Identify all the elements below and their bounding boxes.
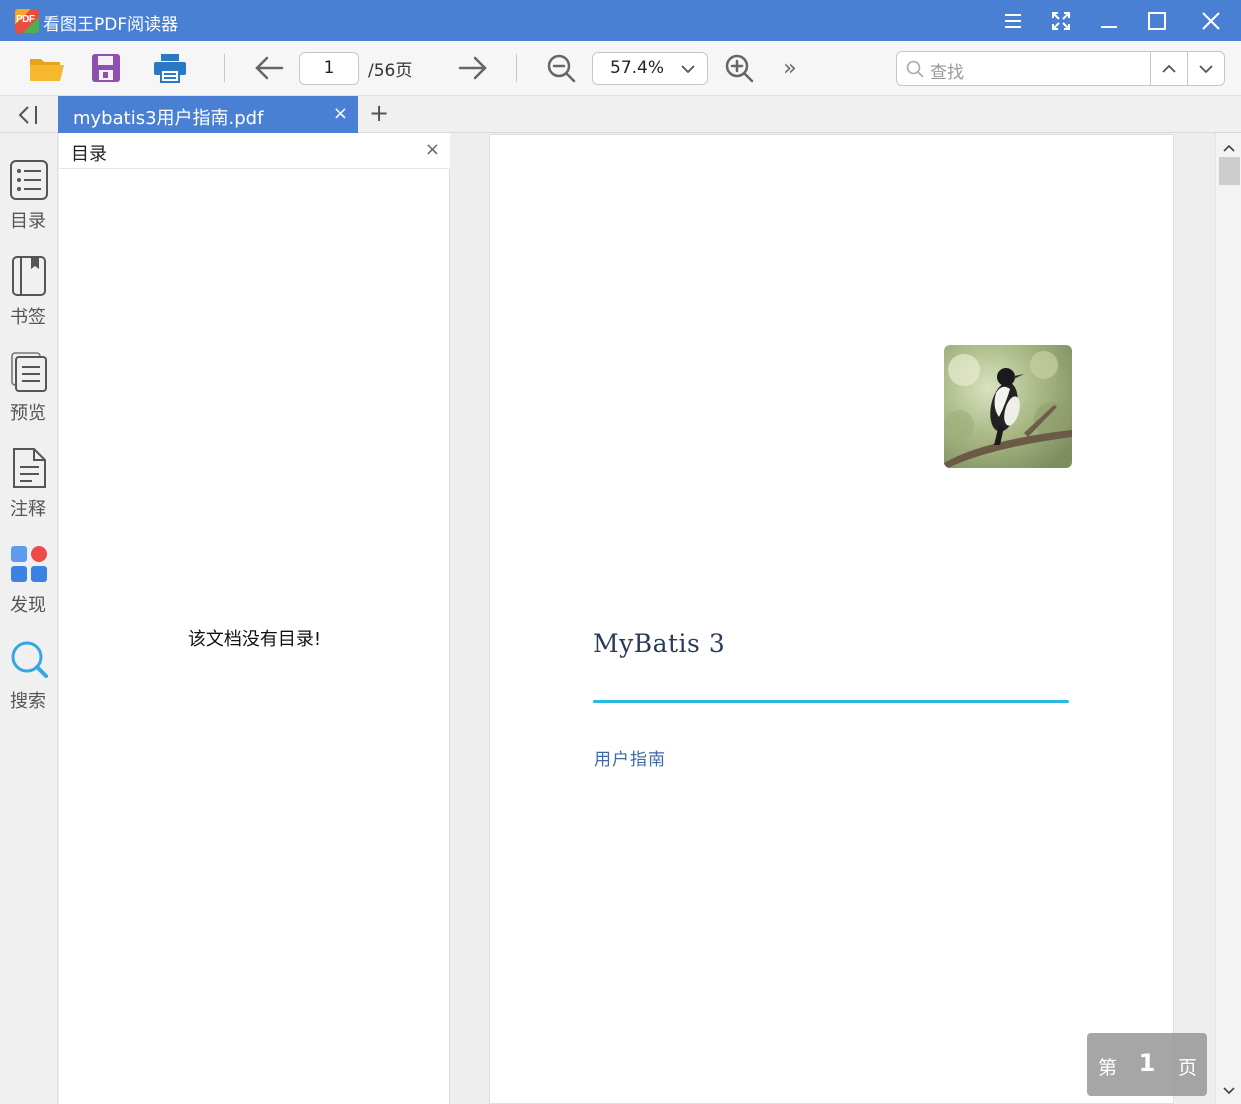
search-icon [11,641,48,678]
print-icon [154,54,186,83]
scroll-down-button[interactable] [1220,1082,1238,1100]
toc-panel-close-icon[interactable]: × [425,139,440,160]
fullscreen-icon [1052,11,1070,30]
page-indicator-suffix: 页 [1177,1057,1197,1079]
toolbar-divider [224,54,225,82]
search-placeholder: 查找 [930,63,964,83]
chevron-up-icon [1223,144,1235,152]
search-input[interactable]: 查找 [896,51,1151,86]
collapse-sidebar-button[interactable] [10,102,46,128]
menu-button[interactable] [989,0,1037,41]
collapse-left-icon [18,106,37,124]
open-file-button[interactable] [26,50,66,86]
title-bar: PDF 看图王PDF阅读器 [0,0,1241,41]
arrow-left-icon [255,56,284,80]
zoom-out-button[interactable] [541,50,581,86]
search-icon [906,60,924,78]
annotation-document-icon [13,448,46,488]
tab-bar: mybatis3用户指南.pdf × + [0,96,1241,133]
rail-label: 书签 [10,307,46,328]
minimize-button[interactable] [1085,0,1133,41]
search-prev-button[interactable] [1150,51,1188,86]
toc-list-icon [10,160,48,200]
rail-item-preview[interactable]: 预览 [0,351,58,431]
prev-page-button[interactable] [249,50,289,86]
chevron-down-icon [1223,1087,1235,1095]
rail-label: 注释 [10,499,46,520]
rail-label: 发现 [10,595,46,616]
new-tab-button[interactable]: + [366,101,392,127]
page-total: /56页 [368,61,413,81]
close-window-button[interactable] [1187,0,1235,41]
page-indicator-number: 1 [1138,1049,1156,1077]
maximize-button[interactable] [1133,0,1181,41]
rail-item-bookmark[interactable]: 书签 [0,255,58,335]
page-indicator-prefix: 第 [1098,1057,1118,1079]
toc-panel-header: 目录 × [59,133,450,169]
app-logo: PDF [15,9,39,33]
next-page-button[interactable] [453,50,493,86]
save-button[interactable] [86,50,126,86]
minimize-icon [1101,25,1117,28]
toolbar-divider [516,54,517,82]
document-title: MyBatis 3 [593,629,726,658]
menu-icon [1005,13,1021,28]
bird-photo [944,345,1072,468]
search-next-button[interactable] [1187,51,1225,86]
vertical-scrollbar[interactable] [1215,133,1241,1104]
discover-grid-icon [11,546,47,582]
document-subtitle: 用户指南 [594,750,666,770]
title-divider [593,700,1069,703]
fullscreen-button[interactable] [1037,0,1085,41]
rail-label: 目录 [10,211,46,232]
zoom-out-icon [547,54,576,83]
document-viewer[interactable]: MyBatis 3 用户指南 [451,133,1215,1104]
side-rail: 目录 书签 预览 注释 发现 搜索 [0,133,58,1104]
rail-item-search[interactable]: 搜索 [0,639,58,719]
maximize-icon [1148,11,1166,30]
rail-label: 预览 [10,403,46,424]
save-icon [92,54,120,82]
arrow-right-icon [458,56,487,80]
zoom-in-icon [725,54,754,83]
scroll-thumb[interactable] [1219,157,1240,185]
toc-panel: 目录 × 该文档没有目录! [59,133,450,1104]
zoom-value: 57.4% [610,58,665,78]
close-icon [1202,11,1220,30]
zoom-in-button[interactable] [719,50,759,86]
page-indicator: 第 1 页 [1087,1033,1207,1096]
rail-item-toc[interactable]: 目录 [0,159,58,239]
preview-pages-icon [11,352,47,392]
tab-label: mybatis3用户指南.pdf [73,108,264,129]
rail-label: 搜索 [10,691,46,712]
tab-document[interactable]: mybatis3用户指南.pdf × [58,96,358,133]
print-button[interactable] [150,50,190,86]
chevron-down-icon [1199,64,1213,73]
toc-panel-title: 目录 [71,144,107,165]
zoom-select[interactable]: 57.4% [592,52,708,85]
folder-open-icon [30,59,64,81]
toolbar: 1 /56页 57.4% » 查找 [0,41,1241,96]
chevron-up-icon [1162,64,1176,73]
app-title: 看图王PDF阅读器 [43,15,179,35]
toc-empty-message: 该文档没有目录! [187,629,322,650]
scroll-up-button[interactable] [1220,139,1238,157]
rail-item-annotation[interactable]: 注释 [0,447,58,527]
document-page: MyBatis 3 用户指南 [489,134,1174,1104]
tab-close-icon[interactable]: × [333,103,348,124]
chevron-down-icon [681,65,695,74]
bookmark-icon [12,256,46,296]
page-number-input[interactable]: 1 [299,52,359,85]
more-tools-button[interactable]: » [770,50,810,86]
rail-item-discover[interactable]: 发现 [0,543,58,623]
